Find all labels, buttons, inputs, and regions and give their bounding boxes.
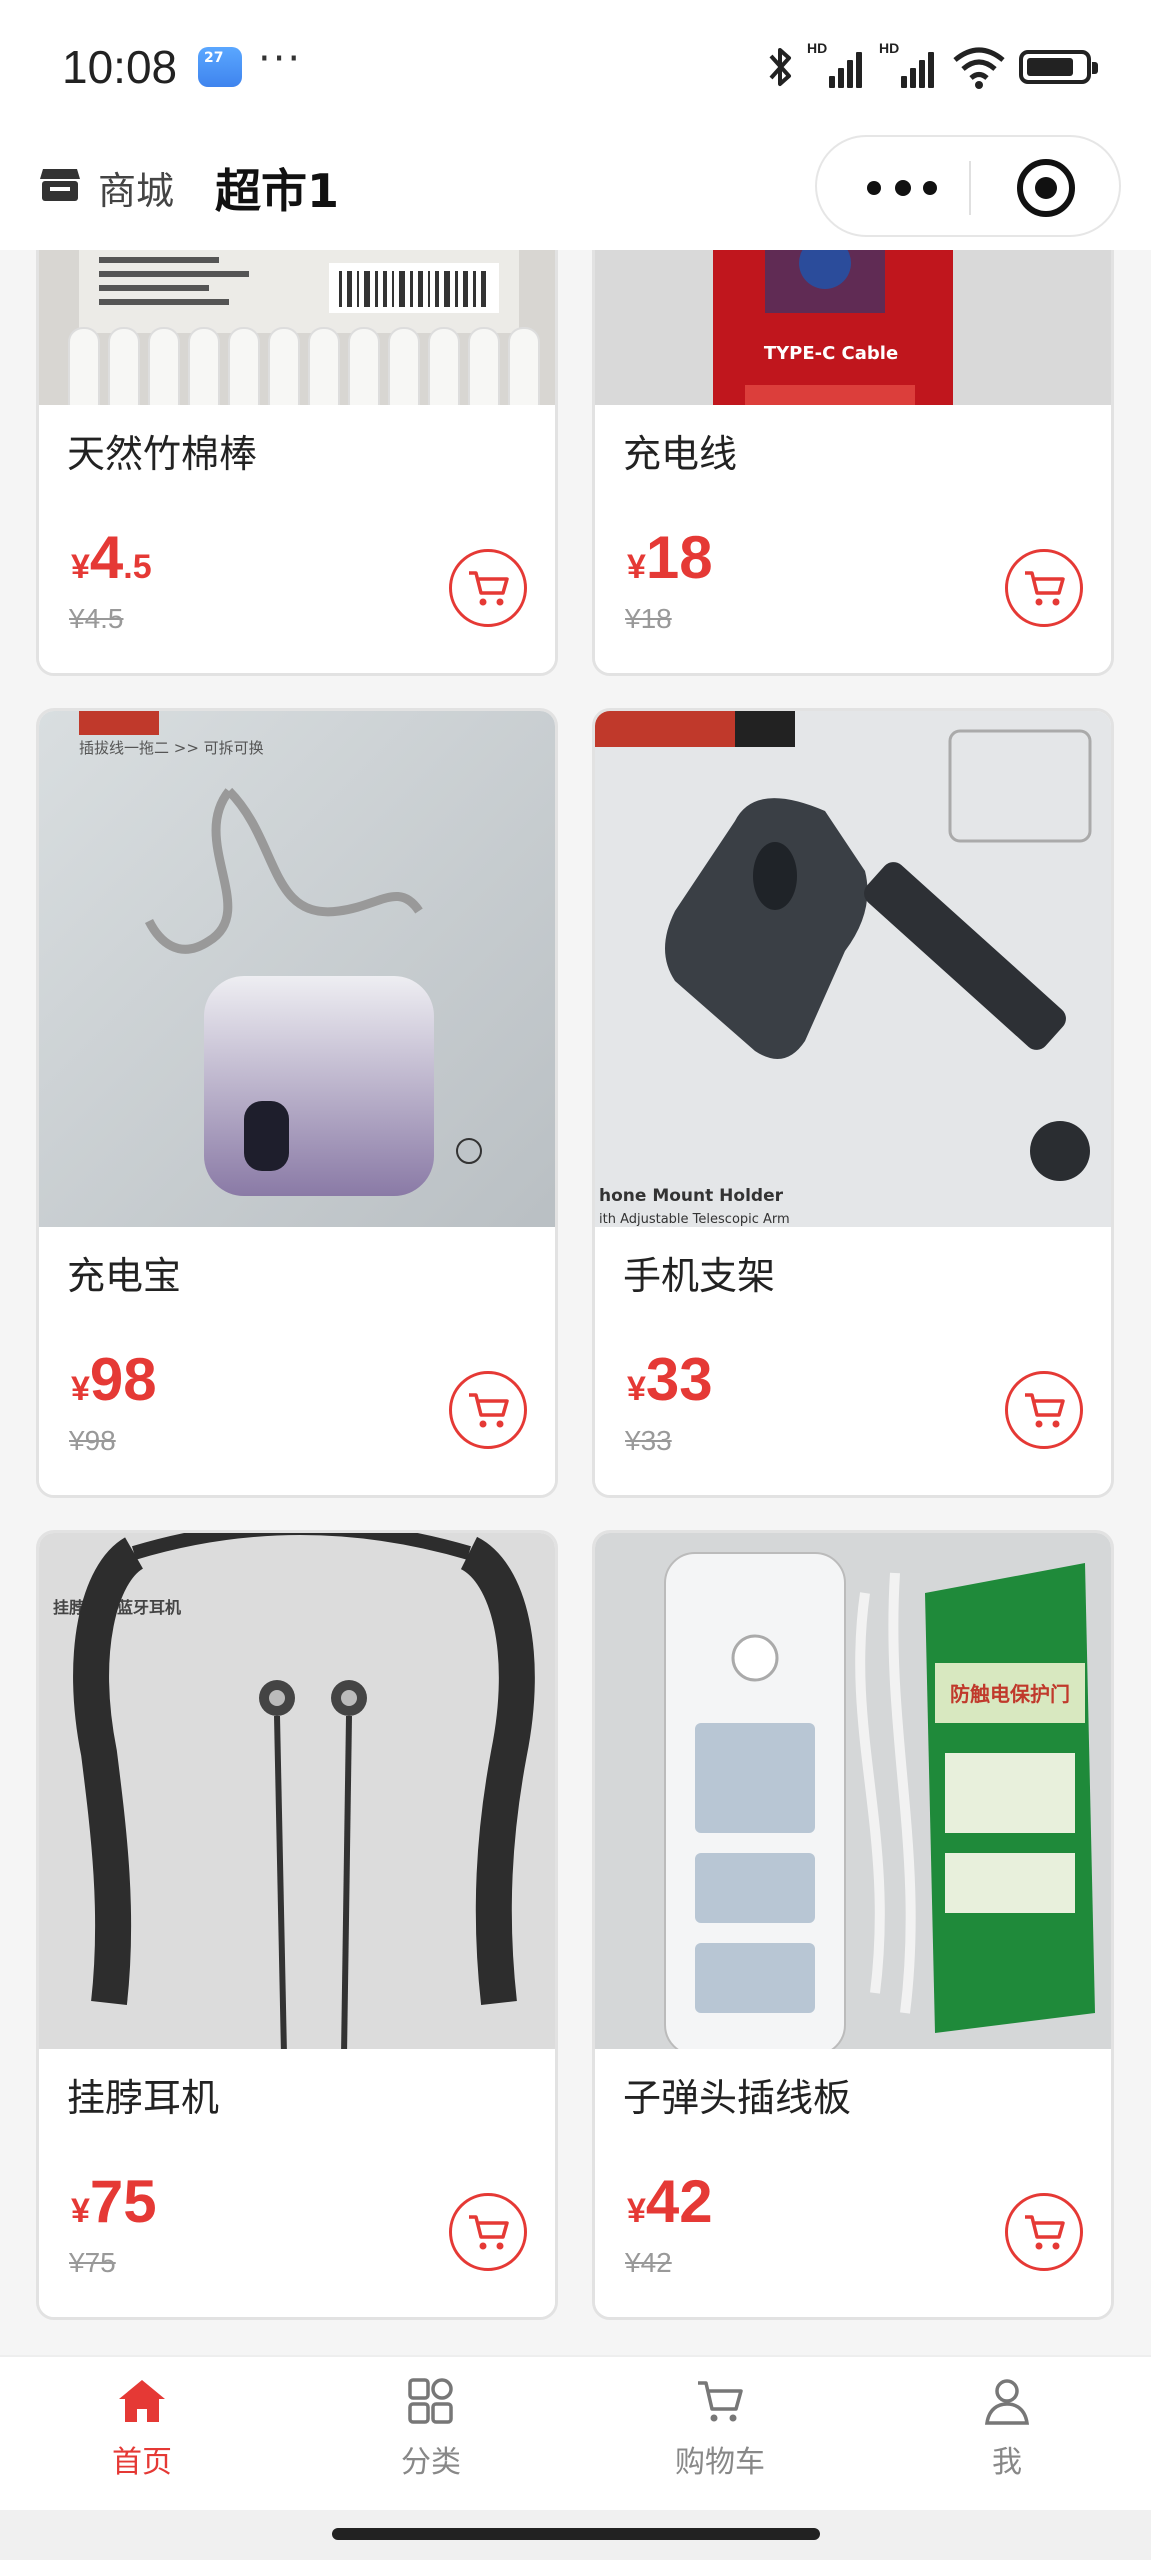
product-price: ¥98 xyxy=(71,1346,157,1413)
category-icon xyxy=(408,2378,453,2424)
svg-text:防触电保护门: 防触电保护门 xyxy=(950,1682,1070,1706)
miniprogram-capsule xyxy=(815,135,1121,237)
tab-label: 购物车 xyxy=(675,2445,765,2480)
product-name: 手机支架 xyxy=(623,1254,776,1298)
product-card[interactable]: 天然竹棉棒 ¥4.5 ¥4.5 xyxy=(36,250,558,676)
store-link[interactable]: 商城 xyxy=(98,160,174,215)
neckband-earphones-photo: 挂脖运动蓝牙耳机 xyxy=(39,1533,555,2055)
product-info: 挂脖耳机 ¥75 ¥75 xyxy=(39,2049,555,2317)
svg-text:插拔线一拖二 >> 可拆可换: 插拔线一拖二 >> 可拆可换 xyxy=(79,739,264,757)
svg-text:TYPE-C Cable: TYPE-C Cable xyxy=(764,343,898,364)
product-name: 挂脖耳机 xyxy=(67,2076,220,2120)
tab-label: 首页 xyxy=(112,2445,172,2480)
bluetooth-icon xyxy=(769,48,791,86)
original-price: ¥75 xyxy=(69,2247,116,2278)
cart-icon xyxy=(469,571,509,606)
product-card[interactable]: 插拔线一拖二 >> 可拆可换 充电宝 ¥98 ¥98 xyxy=(36,708,558,1498)
product-price: ¥4.5 xyxy=(71,524,152,591)
cart-icon xyxy=(469,2215,509,2250)
product-image: 插拔线一拖二 >> 可拆可换 xyxy=(39,711,555,1233)
power-strip-photo: 防触电保护门 xyxy=(595,1533,1111,2055)
product-image xyxy=(39,250,555,411)
close-target-icon[interactable] xyxy=(1017,159,1075,217)
tab-me[interactable]: 我 xyxy=(927,2377,1087,2497)
add-to-cart-button[interactable] xyxy=(449,1371,527,1449)
product-price: ¥33 xyxy=(627,1346,713,1413)
home-icon xyxy=(119,2380,165,2422)
add-to-cart-button[interactable] xyxy=(1005,549,1083,627)
status-time: 10:08 xyxy=(62,41,178,93)
page-title: 超市1 xyxy=(215,164,340,218)
power-bank-photo: 插拔线一拖二 >> 可拆可换 xyxy=(39,711,555,1233)
product-image: TYPE-C Cable xyxy=(595,250,1111,411)
capsule-divider xyxy=(969,161,971,215)
product-card[interactable]: TYPE-C Cable 充电线 ¥18 ¥18 xyxy=(592,250,1114,676)
svg-text:ith Adjustable Telescopic Arm: ith Adjustable Telescopic Arm xyxy=(599,1212,790,1227)
product-card[interactable]: 防触电保护门 子弹头插线板 ¥42 ¥42 xyxy=(592,1530,1114,2320)
product-name: 充电线 xyxy=(623,432,738,476)
product-card[interactable]: 挂脖运动蓝牙耳机 挂脖耳机 ¥75 ¥75 xyxy=(36,1530,558,2320)
tab-cart[interactable]: 购物车 xyxy=(640,2377,800,2497)
product-grid: 天然竹棉棒 ¥4.5 ¥4.5 TYPE-C Cable 充电线 ¥18 ¥18 xyxy=(0,250,1151,2355)
product-image: 防触电保护门 xyxy=(595,1533,1111,2055)
store-icon[interactable] xyxy=(38,163,82,207)
original-price: ¥4.5 xyxy=(69,603,124,634)
add-to-cart-button[interactable] xyxy=(449,549,527,627)
nav-bar: 商城 超市1 xyxy=(0,135,1151,250)
product-info: 天然竹棉棒 ¥4.5 ¥4.5 xyxy=(39,405,555,673)
cart-icon xyxy=(1025,2215,1065,2250)
cart-icon xyxy=(698,2381,743,2422)
product-info: 充电线 ¥18 ¥18 xyxy=(595,405,1111,673)
add-to-cart-button[interactable] xyxy=(449,2193,527,2271)
product-name: 充电宝 xyxy=(67,1254,182,1298)
original-price: ¥33 xyxy=(625,1425,672,1456)
original-price: ¥18 xyxy=(625,603,672,634)
notification-more-icon: ··· xyxy=(258,36,303,82)
add-to-cart-button[interactable] xyxy=(1005,1371,1083,1449)
battery-icon xyxy=(1019,50,1098,84)
cart-icon xyxy=(1025,1393,1065,1428)
product-name: 子弹头插线板 xyxy=(623,2076,852,2120)
product-image: 挂脖运动蓝牙耳机 xyxy=(39,1533,555,2055)
cart-icon xyxy=(469,1393,509,1428)
original-price: ¥42 xyxy=(625,2247,672,2278)
wifi-icon xyxy=(953,47,1005,89)
status-bar: 10:08 27 ··· HD HD xyxy=(0,0,1151,135)
product-info: 手机支架 ¥33 ¥33 xyxy=(595,1227,1111,1495)
product-price: ¥75 xyxy=(71,2168,157,2235)
add-to-cart-button[interactable] xyxy=(1005,2193,1083,2271)
product-price: ¥42 xyxy=(627,2168,713,2235)
product-card[interactable]: hone Mount Holder ith Adjustable Telesco… xyxy=(592,708,1114,1498)
cotton-swabs-photo xyxy=(39,250,555,411)
tab-label: 我 xyxy=(992,2445,1022,2480)
user-icon xyxy=(984,2379,1030,2425)
status-indicators: HD HD xyxy=(765,40,1098,92)
product-price: ¥18 xyxy=(627,524,713,591)
product-name: 天然竹棉棒 xyxy=(67,432,258,476)
tab-bar: 首页 分类 购物车 我 xyxy=(0,2355,1151,2510)
tab-label: 分类 xyxy=(401,2445,461,2480)
product-info: 子弹头插线板 ¥42 ¥42 xyxy=(595,2049,1111,2317)
signal-icon-1: HD xyxy=(807,40,867,90)
product-image: hone Mount Holder ith Adjustable Telesco… xyxy=(595,711,1111,1233)
tab-category[interactable]: 分类 xyxy=(351,2377,511,2497)
cart-icon xyxy=(1025,571,1065,606)
original-price: ¥98 xyxy=(69,1425,116,1456)
weather-icon: 27 xyxy=(198,47,242,87)
signal-icon-2: HD xyxy=(879,40,939,90)
home-indicator[interactable] xyxy=(332,2528,820,2540)
phone-mount-photo: hone Mount Holder ith Adjustable Telesco… xyxy=(595,711,1111,1233)
svg-text:hone Mount Holder: hone Mount Holder xyxy=(599,1186,784,1206)
more-icon[interactable] xyxy=(857,163,947,213)
tab-home[interactable]: 首页 xyxy=(62,2377,222,2497)
charging-cable-photo: TYPE-C Cable xyxy=(595,250,1111,411)
product-info: 充电宝 ¥98 ¥98 xyxy=(39,1227,555,1495)
